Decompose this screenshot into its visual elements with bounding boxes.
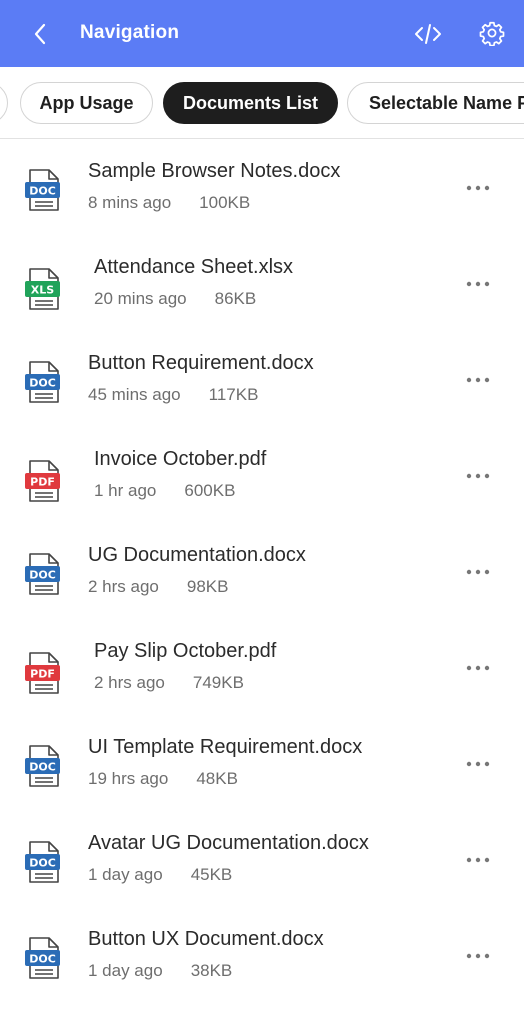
list-item[interactable]: XLS Attendance Sheet.xlsx 20 mins ago 86KB (0, 236, 524, 332)
more-horizontal-icon (466, 377, 490, 383)
tab-app-usage[interactable]: App Usage (20, 82, 153, 124)
code-icon (415, 24, 441, 44)
list-item[interactable]: DOC Button UX Document.docx 1 day ago 38KB (0, 908, 524, 1004)
file-name: Avatar UG Documentation.docx (88, 832, 369, 854)
file-name: Button Requirement.docx (88, 352, 314, 374)
file-modified-time: 1 day ago (88, 961, 163, 980)
file-size: 86KB (214, 289, 257, 308)
file-size: 100KB (199, 193, 251, 212)
file-size: 600KB (184, 481, 236, 500)
doc-file-icon: DOC (25, 841, 60, 883)
tab-documents-list[interactable]: Documents List (163, 82, 338, 124)
more-options-button[interactable] (460, 752, 496, 776)
file-modified-time: 19 hrs ago (88, 769, 169, 788)
more-options-button[interactable] (460, 368, 496, 392)
pdf-file-icon: PDF (25, 652, 60, 694)
tab-bar: App Usage Documents List Selectable Name… (0, 67, 524, 139)
file-type-label: PDF (30, 668, 55, 681)
list-item[interactable]: PDF Pay Slip October.pdf 2 hrs ago 749KB (0, 620, 524, 716)
doc-file-icon: DOC (25, 745, 60, 787)
file-name: Pay Slip October.pdf (94, 640, 277, 662)
back-button[interactable] (26, 20, 54, 48)
file-modified-time: 20 mins ago (94, 289, 187, 308)
file-name: UG Documentation.docx (88, 544, 306, 566)
file-type-label: DOC (29, 377, 56, 390)
list-item[interactable]: PDF Invoice October.pdf 1 hr ago 600KB (0, 428, 524, 524)
file-name: Invoice October.pdf (94, 448, 267, 470)
more-horizontal-icon (466, 953, 490, 959)
more-options-button[interactable] (460, 656, 496, 680)
file-name: UI Template Requirement.docx (88, 736, 363, 758)
list-item[interactable]: DOC UI Template Requirement.docx 19 hrs ag… (0, 716, 524, 812)
tab-hidden-left[interactable] (0, 82, 8, 124)
code-view-button[interactable] (412, 20, 444, 48)
file-name: Sample Browser Notes.docx (88, 160, 341, 182)
file-modified-time: 2 hrs ago (94, 673, 165, 692)
file-modified-time: 1 hr ago (94, 481, 157, 500)
list-item[interactable]: DOC Button Requirement.docx 45 mins ago 117… (0, 332, 524, 428)
file-name: Button UX Document.docx (88, 928, 324, 950)
doc-file-icon: DOC (25, 553, 60, 595)
more-horizontal-icon (466, 857, 490, 863)
more-options-button[interactable] (460, 464, 496, 488)
file-modified-time: 45 mins ago (88, 385, 181, 404)
list-item[interactable]: DOC Avatar UG Documentation.docx 1 day ago… (0, 812, 524, 908)
more-options-button[interactable] (460, 560, 496, 584)
doc-file-icon: DOC (25, 169, 60, 211)
more-options-button[interactable] (460, 848, 496, 872)
file-size: 749KB (192, 673, 244, 692)
file-size: 45KB (190, 865, 233, 884)
chevron-left-icon (34, 23, 46, 45)
doc-file-icon: DOC (25, 937, 60, 979)
file-type-label: DOC (29, 569, 56, 582)
tab-selectable-name[interactable]: Selectable Name P (347, 82, 524, 124)
file-type-label: DOC (29, 185, 56, 198)
more-horizontal-icon (466, 281, 490, 287)
file-size: 48KB (196, 769, 238, 788)
file-type-label: DOC (29, 953, 56, 966)
more-options-button[interactable] (460, 272, 496, 296)
more-horizontal-icon (466, 185, 490, 191)
file-name: Attendance Sheet.xlsx (94, 256, 294, 278)
xls-file-icon: XLS (25, 268, 60, 310)
file-type-label: DOC (29, 761, 56, 774)
file-type-label: DOC (29, 857, 56, 870)
file-size: 117KB (208, 385, 259, 404)
more-horizontal-icon (466, 761, 490, 767)
file-size: 38KB (190, 961, 233, 980)
file-size: 98KB (186, 577, 229, 596)
file-modified-time: 8 mins ago (88, 193, 172, 212)
file-type-label: XLS (31, 284, 54, 297)
list-item[interactable]: DOC UG Documentation.docx 2 hrs ago 98KB (0, 524, 524, 620)
gear-icon (479, 21, 505, 46)
more-options-button[interactable] (460, 944, 496, 968)
list-item[interactable]: DOC Sample Browser Notes.docx 8 mins ago 10… (0, 140, 524, 236)
pdf-file-icon: PDF (25, 460, 60, 502)
more-horizontal-icon (466, 569, 490, 575)
file-type-label: PDF (30, 476, 55, 489)
documents-list: DOC Sample Browser Notes.docx 8 mins ago 10… (0, 140, 524, 1004)
doc-file-icon: DOC (25, 361, 60, 403)
file-modified-time: 2 hrs ago (88, 577, 159, 596)
app-bar: Navigation (0, 0, 524, 67)
more-horizontal-icon (466, 665, 490, 671)
more-horizontal-icon (466, 473, 490, 479)
settings-button[interactable] (477, 18, 507, 48)
file-modified-time: 1 day ago (88, 865, 163, 884)
page-title: Navigation (80, 22, 180, 43)
more-options-button[interactable] (460, 176, 496, 200)
